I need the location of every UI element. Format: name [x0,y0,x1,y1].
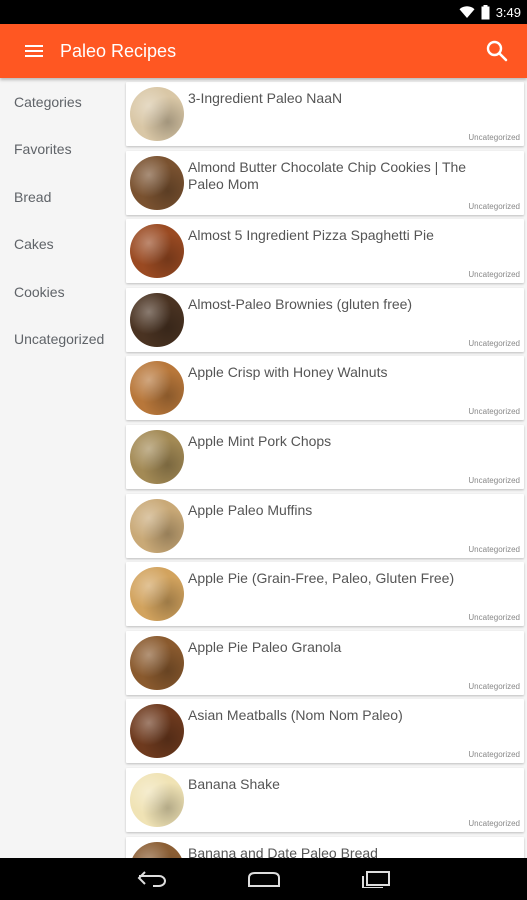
recipe-thumbnail [130,87,184,141]
recipe-category-label: Uncategorized [468,201,520,211]
recipe-card[interactable]: Almost-Paleo Brownies (gluten free) Uncat… [126,287,524,352]
recipe-category-label: Uncategorized [468,819,520,828]
recipe-category-label: Uncategorized [468,681,520,691]
back-icon[interactable] [96,858,208,900]
recipe-title: Asian Meatballs (Nom Nom Paleo) [188,707,403,724]
recipe-title: Banana Shake [188,776,280,792]
recents-icon[interactable] [320,858,432,900]
wifi-icon [459,5,475,19]
app-bar: Paleo Recipes [0,24,527,78]
recipe-category-label: Uncategorized [468,613,520,623]
hamburger-menu-icon[interactable] [18,35,50,67]
recipe-thumbnail [130,361,184,416]
recipe-thumbnail [130,841,184,858]
recipe-card[interactable]: Apple Paleo Muffins Uncategorized [126,493,524,558]
category-sidebar: Categories Favorites Bread Cakes Cookies Unca… [0,78,124,858]
recipe-thumbnail [130,292,184,347]
status-bar: 3:49 [0,0,527,24]
recipe-card[interactable]: 3-Ingredient Paleo NaaN Uncategorized [126,82,524,146]
sidebar-item-favorites[interactable]: Favorites [0,126,124,174]
sidebar-item-uncategorized[interactable]: Uncategorized [0,316,124,364]
recipe-title: Apple Pie (Grain-Free, Paleo, Gluten Fre… [188,570,455,587]
recipe-card[interactable]: Apple Crisp with Honey Walnuts Uncategori… [126,356,524,421]
recipe-title: Apple Crisp with Honey Walnuts [188,364,388,381]
status-time: 3:49 [495,4,521,20]
recipe-thumbnail [130,224,184,279]
recipe-title: Almond Butter Chocolate Chip Cookies | T… [188,158,467,192]
recipe-card[interactable]: Banana Shake Uncategorized [126,768,524,832]
recipe-thumbnail [130,430,184,484]
recipe-title: Apple Pie Paleo Granola [188,638,342,655]
recipe-title: 3-Ingredient Paleo NaaN [188,90,343,106]
recipe-title: Apple Mint Pork Chops [188,433,332,449]
recipe-category-label: Uncategorized [468,750,520,760]
recipe-title: Banana and Date Paleo Bread [188,844,378,858]
app-title: Paleo Recipes [60,40,177,61]
navigation-bar [0,858,527,900]
recipe-title: Apple Paleo Muffins [188,501,313,518]
recipe-thumbnail [130,635,184,690]
sidebar-item-categories[interactable]: Categories [0,78,124,126]
recipe-category-label: Uncategorized [468,544,520,554]
sidebar-item-cookies[interactable]: Cookies [0,268,124,316]
recipe-category-label: Uncategorized [468,338,520,348]
recipe-category-label: Uncategorized [468,133,520,142]
recipe-card[interactable]: Banana and Date Paleo Bread [126,836,524,858]
recipe-thumbnail [130,773,184,827]
recipe-thumbnail [130,155,184,210]
recipe-list[interactable]: 3-Ingredient Paleo NaaN Uncategorized Almo… [124,78,527,858]
recipe-card[interactable]: Apple Pie Paleo Granola Uncategorized [126,630,524,695]
recipe-card[interactable]: Almost 5 Ingredient Pizza Spaghetti Pie U… [126,219,524,284]
recipe-category-label: Uncategorized [468,270,520,280]
recipe-card[interactable]: Asian Meatballs (Nom Nom Paleo) Uncategor… [126,699,524,764]
recipe-card[interactable]: Almond Butter Chocolate Chip Cookies | T… [126,150,524,215]
recipe-card[interactable]: Apple Mint Pork Chops Uncategorized [126,425,524,489]
recipe-card[interactable]: Apple Pie (Grain-Free, Paleo, Gluten Fre… [126,562,524,627]
sidebar-item-cakes[interactable]: Cakes [0,221,124,269]
recipe-category-label: Uncategorized [468,476,520,485]
recipe-category-label: Uncategorized [468,407,520,417]
recipe-thumbnail [130,498,184,553]
home-icon[interactable] [208,858,320,900]
sidebar-item-bread[interactable]: Bread [0,173,124,221]
recipe-thumbnail [130,567,184,622]
recipe-title: Almost-Paleo Brownies (gluten free) [188,295,413,312]
recipe-thumbnail [130,704,184,759]
battery-icon [481,4,490,20]
recipe-title: Almost 5 Ingredient Pizza Spaghetti Pie [188,227,434,244]
search-icon[interactable] [481,35,513,67]
